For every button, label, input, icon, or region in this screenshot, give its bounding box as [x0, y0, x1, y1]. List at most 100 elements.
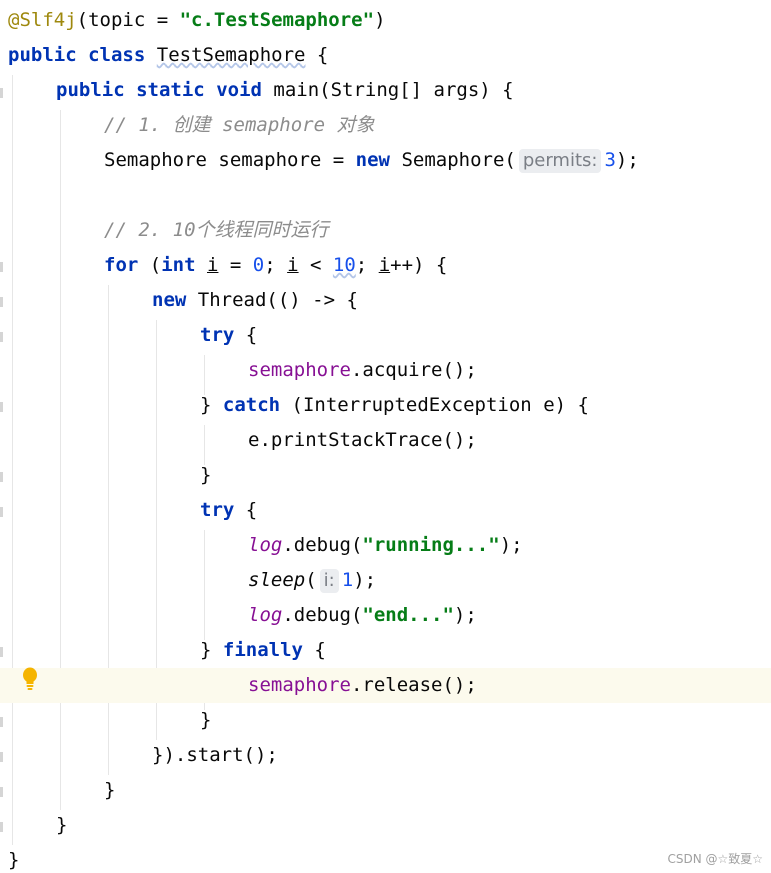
keyword-for: for	[104, 254, 139, 276]
indent-guide	[12, 75, 13, 845]
end-string: "end..."	[362, 604, 454, 626]
keyword-catch: catch	[222, 394, 281, 416]
lightbulb-icon-svg	[23, 667, 37, 690]
param-hint-permits: permits:	[518, 149, 602, 173]
main-signature: main(String[] args) {	[273, 79, 514, 101]
for-close: ++) {	[390, 254, 448, 276]
fold-marker[interactable]	[0, 822, 3, 832]
semaphore-field: semaphore	[248, 359, 351, 381]
semaphore-field: semaphore	[248, 674, 351, 696]
keyword-int: int	[161, 254, 196, 276]
code-line-log-running[interactable]: log.debug("running...");	[248, 528, 771, 563]
code-line-acquire[interactable]: semaphore.acquire();	[248, 353, 771, 388]
fold-marker[interactable]	[0, 787, 3, 797]
annotation-args-open: (topic =	[76, 9, 180, 31]
keyword-class: class	[88, 44, 146, 66]
sleep-call: sleep	[248, 569, 306, 591]
semaphore-type-decl: Semaphore semaphore =	[104, 149, 356, 171]
loop-var: i	[378, 254, 391, 276]
code-line-catch[interactable]: } catch (InterruptedException e) {	[200, 388, 771, 423]
code-line-close-brace[interactable]: }	[200, 703, 771, 738]
sleep-end: );	[353, 569, 377, 591]
sleep-open: (	[305, 569, 317, 591]
for-semi: ;	[355, 254, 379, 276]
code-line-try[interactable]: try {	[200, 318, 771, 353]
code-line-comment[interactable]: // 1. 创建 semaphore 对象	[104, 108, 771, 143]
class-name: TestSemaphore	[156, 44, 306, 66]
brace-open: {	[234, 324, 258, 346]
param-hint-i: i:	[319, 569, 339, 593]
close-brace: }	[200, 709, 212, 731]
code-line-close-brace[interactable]: }	[56, 808, 771, 843]
fold-marker[interactable]	[0, 507, 3, 517]
fold-marker[interactable]	[0, 402, 3, 412]
semaphore-ctor: Semaphore(	[390, 149, 516, 171]
code-line-comment[interactable]: // 2. 10个线程同时运行	[104, 213, 771, 248]
fold-marker[interactable]	[0, 752, 3, 762]
keyword-new: new	[152, 289, 187, 311]
comment-create-semaphore: // 1. 创建 semaphore 对象	[104, 114, 375, 136]
brace-open: {	[234, 499, 258, 521]
close-brace: }	[8, 849, 20, 871]
keyword-new: new	[355, 149, 390, 171]
code-line-try[interactable]: try {	[200, 493, 771, 528]
print-stack-trace: e.printStackTrace();	[248, 429, 477, 451]
fold-marker[interactable]	[0, 717, 3, 727]
code-line-close-brace[interactable]: }	[104, 773, 771, 808]
code-line-thread-start[interactable]: }).start();	[152, 738, 771, 773]
debug-call: .debug(	[282, 534, 363, 556]
decl-end: );	[615, 149, 639, 171]
fold-marker[interactable]	[0, 332, 3, 342]
for-open: (	[138, 254, 162, 276]
catch-params: (InterruptedException e) {	[280, 394, 589, 416]
call-end: );	[453, 604, 477, 626]
fold-marker[interactable]	[0, 262, 3, 272]
sleep-value: 1	[341, 569, 354, 591]
debug-call: .debug(	[282, 604, 363, 626]
lightbulb-icon[interactable]	[22, 667, 38, 691]
fold-marker[interactable]	[0, 472, 3, 482]
indent-guide	[204, 530, 205, 640]
fold-marker[interactable]	[0, 647, 3, 657]
fold-marker[interactable]	[0, 88, 3, 98]
fold-marker[interactable]	[0, 297, 3, 307]
brace-open: {	[302, 639, 326, 661]
for-semi: ;	[264, 254, 288, 276]
code-line-release-current[interactable]: semaphore.release();	[0, 668, 771, 703]
code-line-close-brace[interactable]: }	[8, 843, 771, 873]
code-line-semaphore-decl[interactable]: Semaphore semaphore = new Semaphore(perm…	[104, 143, 771, 178]
watermark: CSDN @☆致夏☆	[667, 852, 763, 866]
log-field: log	[248, 604, 283, 626]
indent-guide	[60, 110, 61, 810]
code-line-class-decl[interactable]: public class TestSemaphore {	[8, 38, 771, 73]
keyword-try: try	[200, 499, 235, 521]
thread-lambda: Thread(() -> {	[186, 289, 358, 311]
close-brace: }	[200, 464, 212, 486]
code-line-new-thread[interactable]: new Thread(() -> {	[152, 283, 771, 318]
loop-var: i	[287, 254, 299, 276]
finally-close: }	[200, 639, 223, 661]
acquire-call: .acquire();	[350, 359, 477, 381]
thread-start: }).start();	[152, 744, 278, 766]
code-line-close-brace[interactable]: }	[200, 458, 771, 493]
class-brace: {	[305, 44, 329, 66]
keyword-try: try	[200, 324, 235, 346]
loop-start-value: 0	[252, 254, 265, 276]
code-editor[interactable]: @Slf4j(topic = "c.TestSemaphore") public…	[0, 0, 771, 873]
code-line-sleep[interactable]: sleep(i: 1);	[248, 563, 771, 598]
code-line-finally[interactable]: } finally {	[200, 633, 771, 668]
loop-end-value: 10	[332, 254, 356, 276]
close-brace: }	[56, 814, 68, 836]
code-line-log-end[interactable]: log.debug("end...");	[248, 598, 771, 633]
annotation-name: @Slf4j	[8, 9, 77, 31]
code-line-annotation[interactable]: @Slf4j(topic = "c.TestSemaphore")	[8, 3, 771, 38]
code-line-print-trace[interactable]: e.printStackTrace();	[248, 423, 771, 458]
code-line-main-decl[interactable]: public static void main(String[] args) {	[56, 73, 771, 108]
for-lt: <	[298, 254, 333, 276]
close-brace: }	[104, 779, 116, 801]
keyword-void: void	[216, 79, 262, 101]
log-field: log	[248, 534, 283, 556]
code-line-for[interactable]: for (int i = 0; i < 10; i++) {	[104, 248, 771, 283]
annotation-topic-string: "c.TestSemaphore"	[179, 9, 375, 31]
keyword-finally: finally	[222, 639, 303, 661]
